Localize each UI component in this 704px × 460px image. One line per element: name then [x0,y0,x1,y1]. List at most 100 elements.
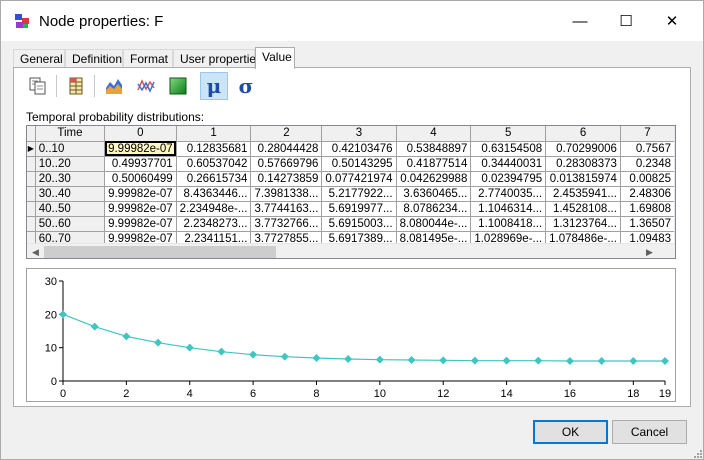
table-cell[interactable]: 0.42103476 [321,141,397,157]
std-dev-button[interactable]: σ [232,72,260,100]
table-row[interactable]: 20..30 0.50060499 0.26615734 0.14273859 0.07… [27,171,675,187]
table-row[interactable]: 40..50 9.99982e-07 2.234948e-... 3.7744163.… [27,201,675,217]
table-cell[interactable]: 1.3123764... [545,216,621,232]
table-cell[interactable]: 0.49937701 [104,156,177,172]
table-cell[interactable]: 0.7567 [620,141,675,157]
table-row[interactable]: 30..40 9.99982e-07 8.4363446... 7.3981338..… [27,186,675,202]
table-cell[interactable]: 0.28044428 [250,141,323,157]
table-cell[interactable]: 0.50143295 [321,156,397,172]
tab-definition[interactable]: Definition [65,49,123,68]
scroll-left-arrow-icon[interactable]: ◀ [27,244,44,258]
column-header[interactable]: 3 [321,126,397,142]
table-cell[interactable]: 0.70299006 [545,141,621,157]
table-cell[interactable]: 0.077421974 [321,171,397,187]
table-cell[interactable]: 9.99982e-07 [104,186,177,202]
row-header[interactable]: 30..40 [35,186,106,202]
table-row[interactable]: 10..20 0.49937701 0.60537042 0.57669796 0.50… [27,156,675,172]
table-cell[interactable]: 2.7740035... [470,186,547,202]
table-cell[interactable]: 0.14273859 [250,171,323,187]
table-cell[interactable]: 0.41877514 [396,156,472,172]
table-icon [69,77,83,95]
table-cell[interactable]: 9.99982e-07 [104,201,177,217]
scroll-up-arrow-icon[interactable]: ▲ [675,126,676,143]
table-view-button[interactable] [62,72,90,100]
table-cell[interactable]: 8.0786234... [396,201,472,217]
table-cell[interactable]: 1.4528108... [545,201,621,217]
line-chart-button[interactable] [132,72,160,100]
column-header[interactable]: 6 [545,126,621,142]
column-header[interactable]: 7 [620,126,675,142]
table-cell[interactable]: 0.28308373 [545,156,621,172]
table-cell[interactable]: 0.60537042 [176,156,252,172]
tab-user-properties[interactable]: User properties [173,49,262,68]
row-header[interactable]: 10..20 [35,156,106,172]
table-row[interactable]: ▶ 0..10 9.99982e-07 0.12835681 0.28044428 0.4… [27,141,675,157]
table-cell[interactable]: 1.1008418... [470,216,547,232]
column-header[interactable]: 4 [396,126,472,142]
table-cell[interactable]: 0.042629988 [396,171,472,187]
x-tick-label: 19 [659,388,671,400]
table-cell[interactable]: 0.2348 [620,156,675,172]
table-cell[interactable]: 0.26615734 [176,171,252,187]
table-cell[interactable]: 0.50060499 [104,171,177,187]
table-cell[interactable]: 2.2348273... [176,216,252,232]
mean-button[interactable]: μ [200,72,228,100]
table-cell[interactable]: 5.6915003... [321,216,397,232]
scroll-right-arrow-icon[interactable]: ▶ [641,244,658,258]
tab-format[interactable]: Format [123,49,173,68]
table-cell[interactable]: 9.99982e-07 [104,216,177,232]
table-cell[interactable]: 3.7732766... [250,216,323,232]
table-cell[interactable]: 0.02394795 [470,171,547,187]
table-cell[interactable]: 8.4363446... [176,186,252,202]
area-chart-button[interactable] [100,72,128,100]
corner-header[interactable]: Time [35,126,106,142]
column-header[interactable]: 5 [470,126,547,142]
copy-button[interactable] [24,72,52,100]
table-cell[interactable]: 0.12835681 [176,141,252,157]
table-cell[interactable]: 0.00825 [620,171,675,187]
vertical-scrollbar[interactable]: ▲ ▼ [674,126,676,243]
distribution-grid[interactable]: Time 0 1 2 3 4 5 6 7 ▶ 0..10 9.99982e-07 0.… [26,125,676,259]
close-button[interactable]: ✕ [649,1,695,41]
table-row[interactable]: 50..60 9.99982e-07 2.2348273... 3.7732766..… [27,216,675,232]
column-header[interactable]: 0 [104,126,177,142]
table-cell[interactable]: 2.234948e-... [176,201,252,217]
table-cell[interactable]: 5.6919977... [321,201,397,217]
table-cell[interactable]: 1.36507 [620,216,675,232]
tab-value[interactable]: Value [255,47,295,69]
header-row: Time 0 1 2 3 4 5 6 7 [27,126,675,142]
column-header[interactable]: 1 [176,126,252,142]
color-button[interactable] [164,72,192,100]
row-header[interactable]: 0..10 [35,141,106,157]
table-cell[interactable]: 5.2177922... [321,186,397,202]
table-cell[interactable]: 3.6360465... [396,186,472,202]
row-header[interactable]: 40..50 [35,201,106,217]
x-tick-label: 10 [374,388,386,400]
table-cell[interactable]: 2.4535941... [545,186,621,202]
table-cell[interactable]: 0.013815974 [545,171,621,187]
table-cell[interactable]: 0.34440031 [470,156,547,172]
table-cell[interactable]: 1.69808 [620,201,675,217]
table-cell[interactable]: 1.1046314... [470,201,547,217]
title-bar[interactable]: Node properties: F — ☐ ✕ [1,1,703,41]
resize-grip-icon[interactable] [691,447,703,459]
table-cell[interactable]: 9.99982e-07 [104,141,177,157]
horizontal-scroll-thumb[interactable] [44,246,276,258]
table-cell[interactable]: 0.57669796 [250,156,323,172]
tab-general[interactable]: General [13,49,65,68]
table-cell[interactable]: 7.3981338... [250,186,323,202]
table-cell[interactable]: 2.48306 [620,186,675,202]
row-header[interactable]: 50..60 [35,216,106,232]
minimize-button[interactable]: — [557,1,603,41]
table-cell[interactable]: 0.63154508 [470,141,547,157]
maximize-button[interactable]: ☐ [603,1,649,41]
table-cell[interactable]: 0.53848897 [396,141,472,157]
horizontal-scrollbar[interactable]: ◀ ▶ [27,243,675,258]
scroll-down-arrow-icon[interactable]: ▼ [675,226,676,243]
row-header[interactable]: 20..30 [35,171,106,187]
cancel-button[interactable]: Cancel [612,420,687,444]
ok-button[interactable]: OK [533,420,608,444]
table-cell[interactable]: 8.080044e-... [396,216,472,232]
column-header[interactable]: 2 [250,126,323,142]
table-cell[interactable]: 3.7744163... [250,201,323,217]
